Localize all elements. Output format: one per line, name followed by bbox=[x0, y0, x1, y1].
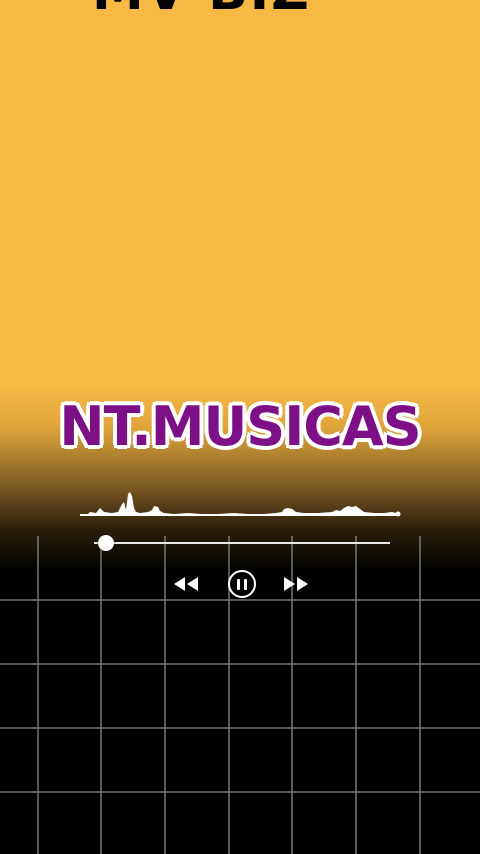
fast-forward-button[interactable] bbox=[278, 566, 314, 602]
seek-bar[interactable] bbox=[94, 532, 390, 554]
seek-track[interactable] bbox=[94, 542, 390, 544]
pause-icon bbox=[228, 570, 256, 598]
player-screen: MV BIZ NT.MUSICAS bbox=[0, 0, 480, 854]
seek-thumb[interactable] bbox=[97, 535, 114, 551]
pause-button[interactable] bbox=[224, 566, 260, 602]
audio-waveform bbox=[80, 492, 401, 517]
brand-title: NT.MUSICAS bbox=[58, 394, 423, 460]
fast-forward-icon bbox=[284, 577, 308, 591]
playback-controls bbox=[0, 566, 480, 602]
top-banner-text: MV BIZ bbox=[92, 0, 452, 18]
rewind-button[interactable] bbox=[168, 566, 204, 602]
rewind-icon bbox=[174, 577, 198, 591]
